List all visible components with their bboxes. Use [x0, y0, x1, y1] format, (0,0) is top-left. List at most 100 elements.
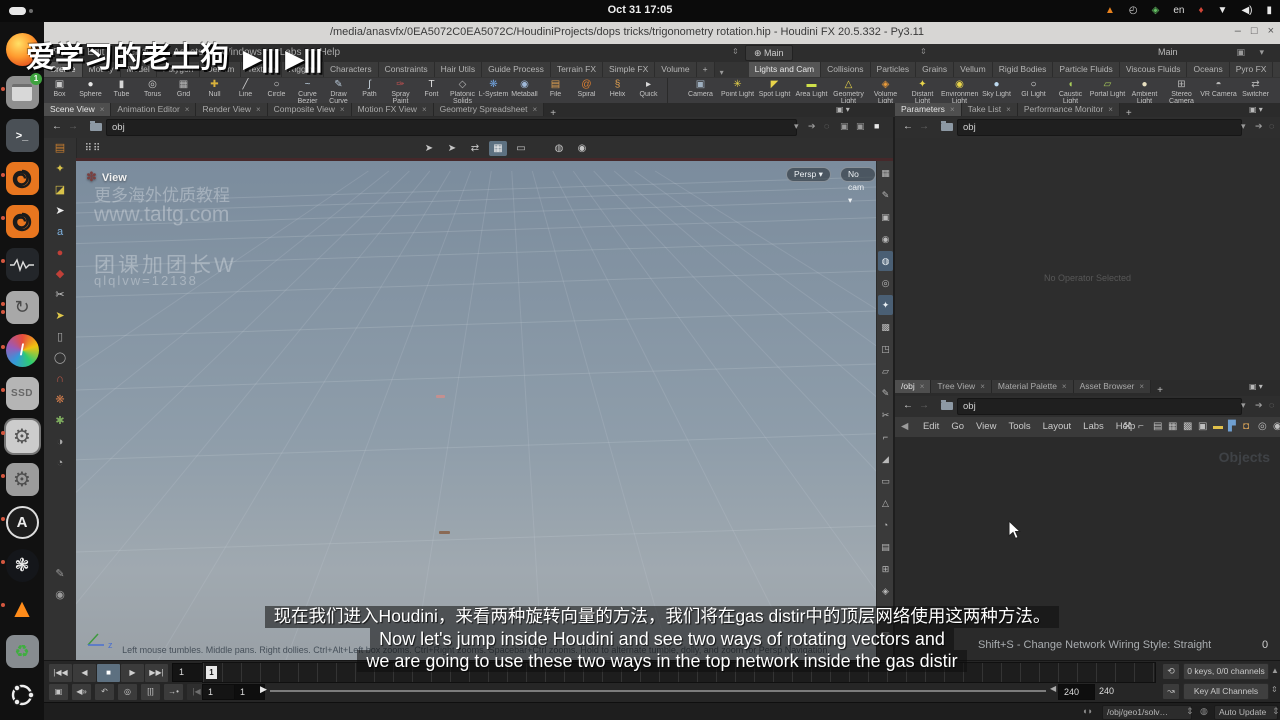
keyboard-layout-indicator[interactable]: en	[1173, 3, 1184, 19]
shelf-tool-switcher[interactable]: ⇄Switcher	[1237, 78, 1274, 103]
shelf-tool-sphere[interactable]: ●Sphere	[75, 78, 106, 103]
forward-icon[interactable]: →	[919, 121, 929, 132]
auto-key-icon[interactable]: →•	[163, 683, 184, 701]
tab-composite-view[interactable]: Composite View×	[268, 103, 352, 116]
dock-item-audio-editor[interactable]	[0, 243, 44, 286]
shelf-tab-terrain-fx[interactable]: Terrain FX	[551, 62, 603, 77]
tab-scene-view[interactable]: Scene View×	[44, 103, 111, 116]
back-icon[interactable]: ←	[903, 121, 913, 132]
battery-icon[interactable]: ▮	[1266, 3, 1272, 19]
shelf-tool-platonic-solids[interactable]: ◇Platonic Solids	[447, 78, 478, 103]
snapshot-icon[interactable]: ◉	[1273, 421, 1280, 432]
shelf-tab-pyro-fx[interactable]: Pyro FX	[1230, 62, 1274, 77]
range-end-caret-icon[interactable]: ◀	[1050, 684, 1056, 693]
shelf-tab-particles[interactable]: Particles	[871, 62, 917, 77]
shelf-tab-grains[interactable]: Grains	[916, 62, 954, 77]
shelf-tab-characters[interactable]: Characters	[324, 62, 379, 77]
magnet-tool-icon[interactable]: ∩	[44, 369, 76, 390]
net-menu-layout[interactable]: Layout	[1037, 417, 1078, 432]
shelf-tool-caustic-light[interactable]: ◖Caustic Light	[1052, 78, 1089, 103]
shelf-tool-draw-curve[interactable]: ✎Draw Curve	[323, 78, 354, 103]
shelf-tab-lights-and-cam[interactable]: Lights and Cam	[749, 62, 822, 77]
snap-box-icon[interactable]: ▭	[512, 141, 530, 156]
forward-icon[interactable]: →	[68, 121, 78, 132]
back-icon[interactable]: ←	[903, 400, 913, 411]
dock-item-krita[interactable]: /	[0, 329, 44, 372]
tab-close-icon[interactable]: ×	[1062, 382, 1067, 391]
range-end-field[interactable]: 240	[1058, 684, 1095, 700]
display-toggle-icon[interactable]: ◎	[878, 273, 893, 293]
shelf-tool-vr-camera[interactable]: ◓VR Camera	[1200, 78, 1237, 103]
persp-view-menu[interactable]: Persp ▾	[786, 167, 831, 182]
tab-close-icon[interactable]: ×	[185, 105, 190, 114]
node-link2-icon[interactable]: ▣	[856, 121, 865, 132]
dock-item-houdini-1[interactable]	[0, 157, 44, 200]
volume-icon[interactable]: ◀)	[1241, 3, 1252, 19]
back-icon[interactable]: ←	[52, 121, 62, 132]
shelf-tab-particle-fluids[interactable]: Particle Fluids	[1053, 62, 1119, 77]
dock-item-disk-utility[interactable]: ↻	[0, 286, 44, 329]
shelf-tool-l-system[interactable]: ❋L-System	[478, 78, 509, 103]
shelf-tab-fem[interactable]: FEM	[1273, 62, 1280, 77]
tab-render-view[interactable]: Render View×	[196, 103, 267, 116]
shelf-tab-oceans[interactable]: Oceans	[1187, 62, 1229, 77]
display-toggle-icon[interactable]: ⌐	[878, 427, 893, 447]
camera-select-menu[interactable]: No cam ▾	[840, 167, 876, 182]
display-toggle-icon[interactable]: ▭	[878, 471, 893, 491]
tab-close-icon[interactable]: ×	[533, 105, 538, 114]
shelf-tab-volume[interactable]: Volume	[655, 62, 696, 77]
menubar-corner-icons[interactable]: ▣ ▾	[1236, 47, 1270, 58]
shelf-tool-circle[interactable]: ○Circle	[261, 78, 292, 103]
shelf-tool-null[interactable]: ✚Null	[199, 78, 230, 103]
camera-view-icon[interactable]: ◉	[573, 141, 591, 156]
collapse-icon[interactable]: ◀	[895, 417, 914, 432]
snap-grid-icon[interactable]: ▦	[489, 141, 507, 156]
tab-tree-view[interactable]: Tree View×	[931, 380, 991, 393]
shelf-tool-stereo-camera[interactable]: ⊞Stereo Camera	[1163, 78, 1200, 103]
tab-motion-fx-view[interactable]: Motion FX View×	[352, 103, 434, 116]
range-limit-icon[interactable]: [|]	[140, 683, 161, 701]
sticky-note-icon[interactable]: ▬	[1213, 421, 1223, 432]
shelf-tool-ambient-light[interactable]: ●Ambient Light	[1126, 78, 1163, 103]
find-icon[interactable]: ◎	[1258, 421, 1267, 432]
shelf-tool-sky-light[interactable]: ●Sky Light	[978, 78, 1015, 103]
display-toggle-icon[interactable]: ✎	[878, 185, 893, 205]
tab--obj[interactable]: /obj×	[895, 380, 931, 393]
shelf-tool-tube[interactable]: ▮Tube	[106, 78, 137, 103]
node-caret-icon[interactable]: ⇕	[1186, 706, 1194, 717]
cut-tool-icon[interactable]: ✂	[44, 285, 76, 306]
tab-asset-browser[interactable]: Asset Browser×	[1074, 380, 1151, 393]
volume-tool-icon[interactable]: ▤	[44, 138, 76, 159]
shelf-tool-helix[interactable]: §Helix	[602, 78, 633, 103]
key-all-channels-button[interactable]: Key All Channels	[1183, 683, 1269, 700]
pane-menu-icons-network[interactable]: ▣ ▾	[1249, 382, 1263, 391]
maximize-button[interactable]: □	[1251, 25, 1258, 37]
minimize-button[interactable]: –	[1235, 25, 1241, 37]
shelf-tab-vellum[interactable]: Vellum	[954, 62, 993, 77]
shield-tray-icon[interactable]: ◈	[1152, 3, 1160, 19]
shade-mode-icon[interactable]: ◍	[550, 141, 568, 156]
desktop-spinner-icon[interactable]: ⇕	[732, 47, 739, 56]
shelf-tab-+[interactable]: +	[697, 62, 715, 77]
shelf-tool-path[interactable]: ∫Path	[354, 78, 385, 103]
tab-take-list[interactable]: Take List×	[962, 103, 1018, 116]
desktop-selector[interactable]: ⊕ Main	[745, 45, 793, 61]
timer-tray-icon[interactable]: ◴	[1129, 3, 1138, 19]
tab-performance-monitor[interactable]: Performance Monitor×	[1018, 103, 1120, 116]
select-tool-icon[interactable]: ➤	[44, 201, 76, 222]
flame-tool-icon[interactable]: ❋	[44, 390, 76, 411]
snapshot-small-icon[interactable]: ◉	[44, 585, 76, 606]
quarter-tool-icon[interactable]: ◔	[44, 453, 76, 474]
net-menu-tools[interactable]: Tools	[1002, 417, 1036, 432]
shelf-tool-distant-light[interactable]: ✦Distant Light	[904, 78, 941, 103]
recent-node-field[interactable]: /obj/geo1/solv…	[1102, 705, 1192, 720]
list-view-icon[interactable]: ▤	[1153, 421, 1162, 432]
wire-style-icon[interactable]: ⌐	[1138, 421, 1144, 432]
tab-close-icon[interactable]: ×	[422, 105, 427, 114]
scene-object-mark[interactable]	[436, 395, 445, 398]
handles-icon[interactable]: ⇄	[466, 141, 484, 156]
key-all-caret-icon[interactable]: ⇕	[1271, 685, 1278, 694]
customize-toolbar-icon[interactable]: ⚒	[1123, 421, 1132, 432]
shelf-tab-viscous-fluids[interactable]: Viscous Fluids	[1120, 62, 1188, 77]
dock-item-terminal[interactable]: >_	[0, 114, 44, 157]
